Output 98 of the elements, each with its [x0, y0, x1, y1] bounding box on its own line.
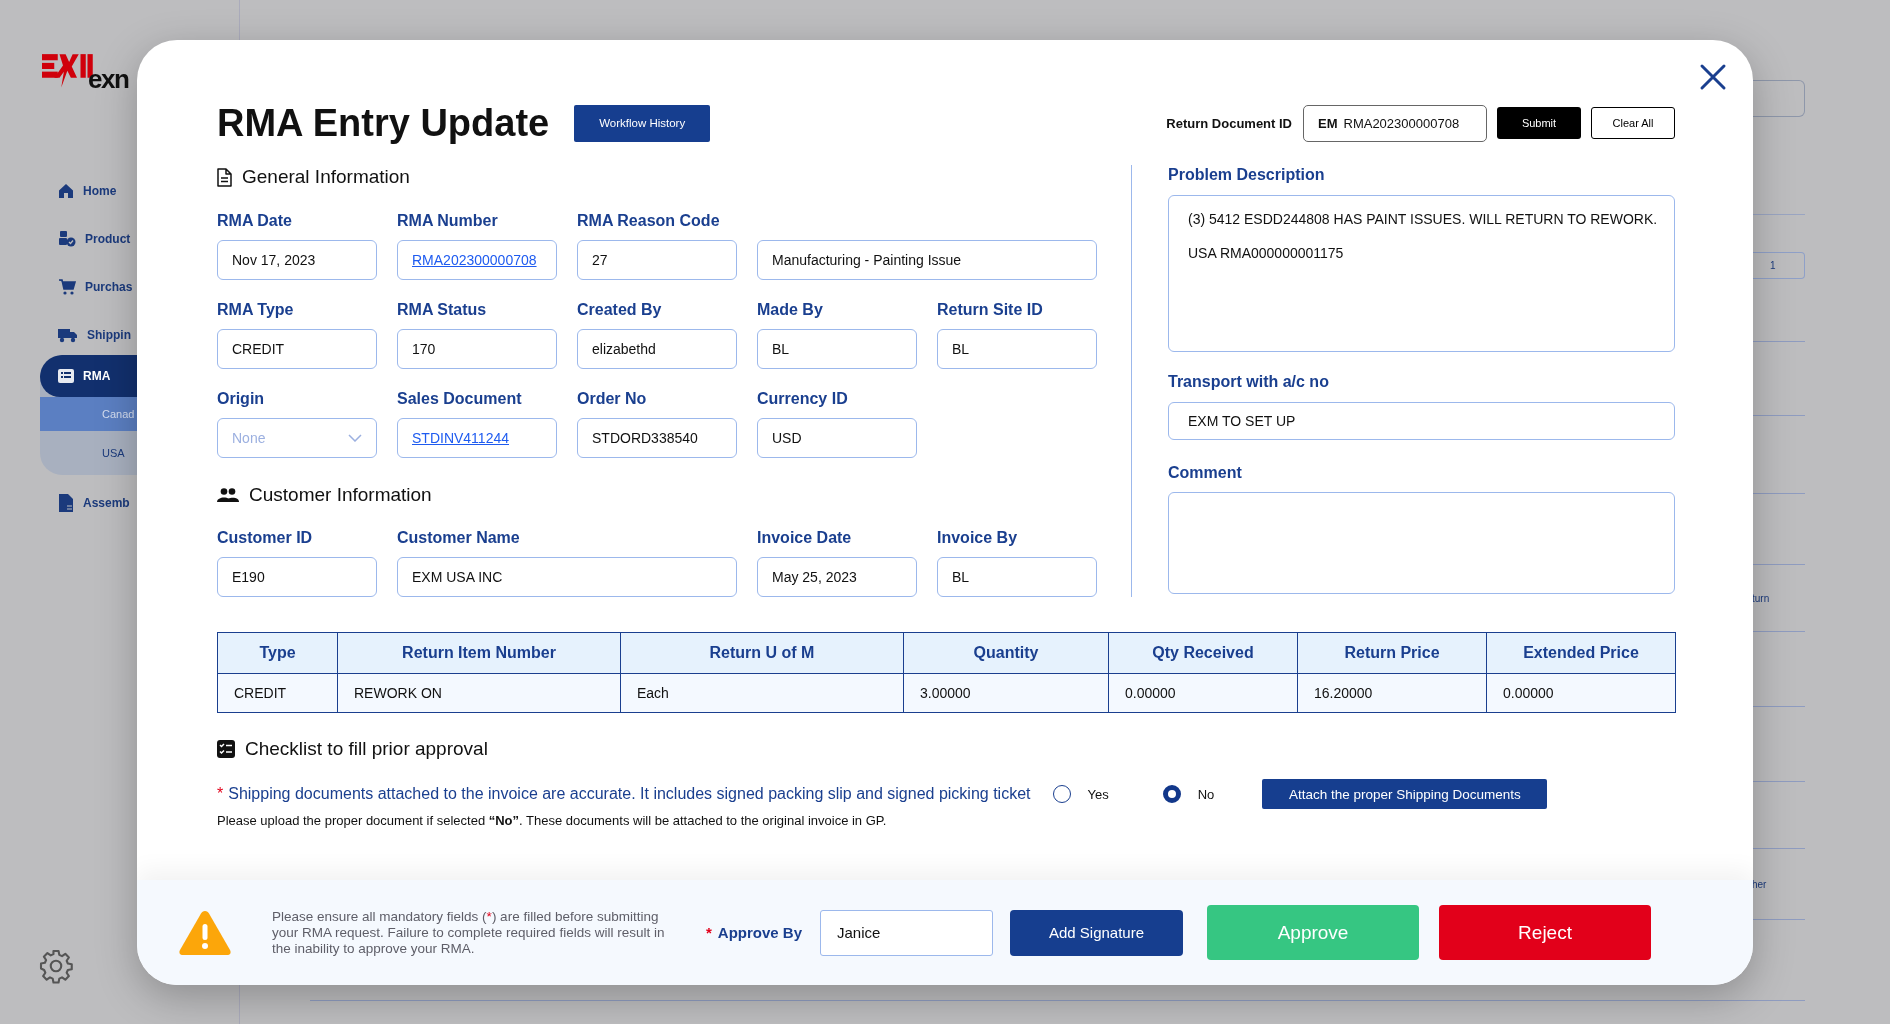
- cart-icon[interactable]: [58, 278, 76, 296]
- field-label: RMA Reason Code: [577, 211, 721, 231]
- column-header: Return Price: [1297, 632, 1487, 674]
- close-icon: [1698, 62, 1728, 92]
- input-field[interactable]: Manufacturing - Painting Issue: [757, 240, 1097, 280]
- input-field[interactable]: STDORD338540: [577, 418, 737, 458]
- section-title: Checklist to fill prior approval: [245, 738, 488, 760]
- document-icon: [217, 167, 232, 187]
- column-header: Quantity: [903, 632, 1109, 674]
- column-header: Extended Price: [1486, 632, 1676, 674]
- input-field[interactable]: EM RMA202300000708: [1303, 104, 1487, 142]
- table-cell: REWORK ON: [337, 673, 621, 713]
- column-header: Return Item Number: [337, 632, 621, 674]
- input-field[interactable]: RMA202300000708: [397, 240, 557, 280]
- input-field[interactable]: 27: [577, 240, 737, 280]
- list-icon[interactable]: [58, 369, 74, 383]
- input-field[interactable]: CREDIT: [217, 329, 377, 369]
- field-label: Invoice Date: [757, 528, 853, 548]
- field-label: Created By: [577, 300, 663, 320]
- column-header: Qty Received: [1108, 632, 1298, 674]
- warning-text: Please ensure all mandatory fields (*) are filled before submitting your RMA request. Failure to complete required fields will result in the inability to approve your RMA.: [272, 908, 666, 957]
- home-icon[interactable]: [58, 183, 74, 199]
- input-field[interactable]: May 25, 2023: [757, 557, 917, 597]
- reject-button[interactable]: Reject: [1439, 905, 1652, 960]
- add-signature-button[interactable]: Add Signature: [1010, 909, 1184, 956]
- document-icon[interactable]: [58, 494, 74, 512]
- radio-option[interactable]: No: [1162, 785, 1215, 803]
- boxes-icon[interactable]: [58, 230, 76, 248]
- field-label: Problem Description: [1168, 165, 1326, 185]
- checklist-icon: [217, 740, 235, 758]
- people-icon: [217, 488, 239, 502]
- chevron-icon: [348, 434, 362, 442]
- row-text: her: [1752, 878, 1768, 890]
- workflow-history-button[interactable]: Workflow History: [574, 104, 711, 142]
- table-cell: 0.00000: [1108, 673, 1298, 713]
- table-cell: Each: [620, 673, 904, 713]
- table-cell: 16.20000: [1297, 673, 1487, 713]
- field-label: Return Document ID: [1166, 115, 1292, 131]
- attach-button[interactable]: Attach the proper Shipping Documents: [1262, 779, 1548, 809]
- input-field[interactable]: STDINV411244: [397, 418, 557, 458]
- checklist-question: * Shipping documents attached to the invoice are accurate. It includes signed packing slip and signed picking ticket: [217, 785, 1031, 803]
- brand-name: exn: [88, 66, 129, 92]
- nav-item[interactable]: Assemb: [48, 483, 136, 523]
- clear-button[interactable]: Clear All: [1591, 107, 1675, 139]
- field-label: RMA Type: [217, 300, 295, 320]
- input-field[interactable]: Janice: [820, 909, 994, 956]
- field-label: Return Site ID: [937, 300, 1044, 320]
- section-title: Customer Information: [249, 484, 432, 506]
- warning-icon: [178, 908, 232, 957]
- field-label: RMA Number: [397, 211, 499, 231]
- table-cell: 0.00000: [1486, 673, 1676, 713]
- field-label: Comment: [1168, 463, 1243, 483]
- link[interactable]: RMA202300000708: [412, 252, 537, 268]
- input-field[interactable]: elizabethd: [577, 329, 737, 369]
- nav-item[interactable]: Product: [48, 219, 137, 259]
- field-label: Made By: [757, 300, 824, 320]
- column-header: Type: [217, 632, 338, 674]
- input-field[interactable]: EXM TO SET UP: [1168, 402, 1675, 440]
- field-label: Currency ID: [757, 389, 849, 409]
- section-title: General Information: [242, 166, 410, 188]
- radio-button[interactable]: [1052, 785, 1071, 803]
- field-label: Origin: [217, 389, 266, 409]
- field-label: Customer ID: [217, 528, 314, 548]
- truck-icon[interactable]: [58, 327, 78, 343]
- settings-icon[interactable]: [38, 948, 74, 984]
- nav-subitem[interactable]: USA: [40, 431, 137, 475]
- field-label: RMA Status: [397, 300, 488, 320]
- table-cell: 3.00000: [903, 673, 1109, 713]
- field-label: RMA Date: [217, 211, 293, 231]
- column-header: Return U of M: [620, 632, 904, 674]
- nav-item[interactable]: Shippin: [48, 315, 137, 355]
- input-field[interactable]: BL: [757, 329, 917, 369]
- field-label: Sales Document: [397, 389, 523, 409]
- row-text: turn: [1752, 592, 1771, 604]
- submit-button[interactable]: Submit: [1497, 107, 1581, 139]
- field-label: * Approve By: [706, 924, 803, 941]
- input-field[interactable]: EXM USA INC: [397, 557, 737, 597]
- nav-item[interactable]: RMA: [40, 355, 137, 397]
- field-label: Order No: [577, 389, 648, 409]
- link[interactable]: STDINV411244: [412, 430, 509, 446]
- input-field[interactable]: Nov 17, 2023: [217, 240, 377, 280]
- input-field[interactable]: 170: [397, 329, 557, 369]
- input-field[interactable]: E190: [217, 557, 377, 597]
- table-cell: CREDIT: [217, 673, 338, 713]
- radio-button[interactable]: [1162, 785, 1181, 803]
- field-label: Customer Name: [397, 528, 521, 548]
- dialog-title: RMA Entry Update: [217, 101, 550, 145]
- close-button[interactable]: [1698, 62, 1728, 92]
- field-label: Invoice By: [937, 528, 1019, 548]
- input-field[interactable]: BL: [937, 329, 1097, 369]
- text-area[interactable]: (3) 5412 ESDD244808 HAS PAINT ISSUES. WILL RETURN TO REWORK. USA RMA000000001175: [1168, 195, 1675, 352]
- radio-option[interactable]: Yes: [1052, 785, 1109, 803]
- input-field[interactable]: BL: [937, 557, 1097, 597]
- nav-item[interactable]: Home: [48, 171, 123, 211]
- input-field[interactable]: USD: [757, 418, 917, 458]
- nav-item[interactable]: Purchas: [48, 267, 139, 307]
- field-label: Transport with a/c no: [1168, 372, 1330, 392]
- note-text: Please upload the proper document if selected “No”. These documents will be attached to the original invoice in GP.: [217, 813, 888, 828]
